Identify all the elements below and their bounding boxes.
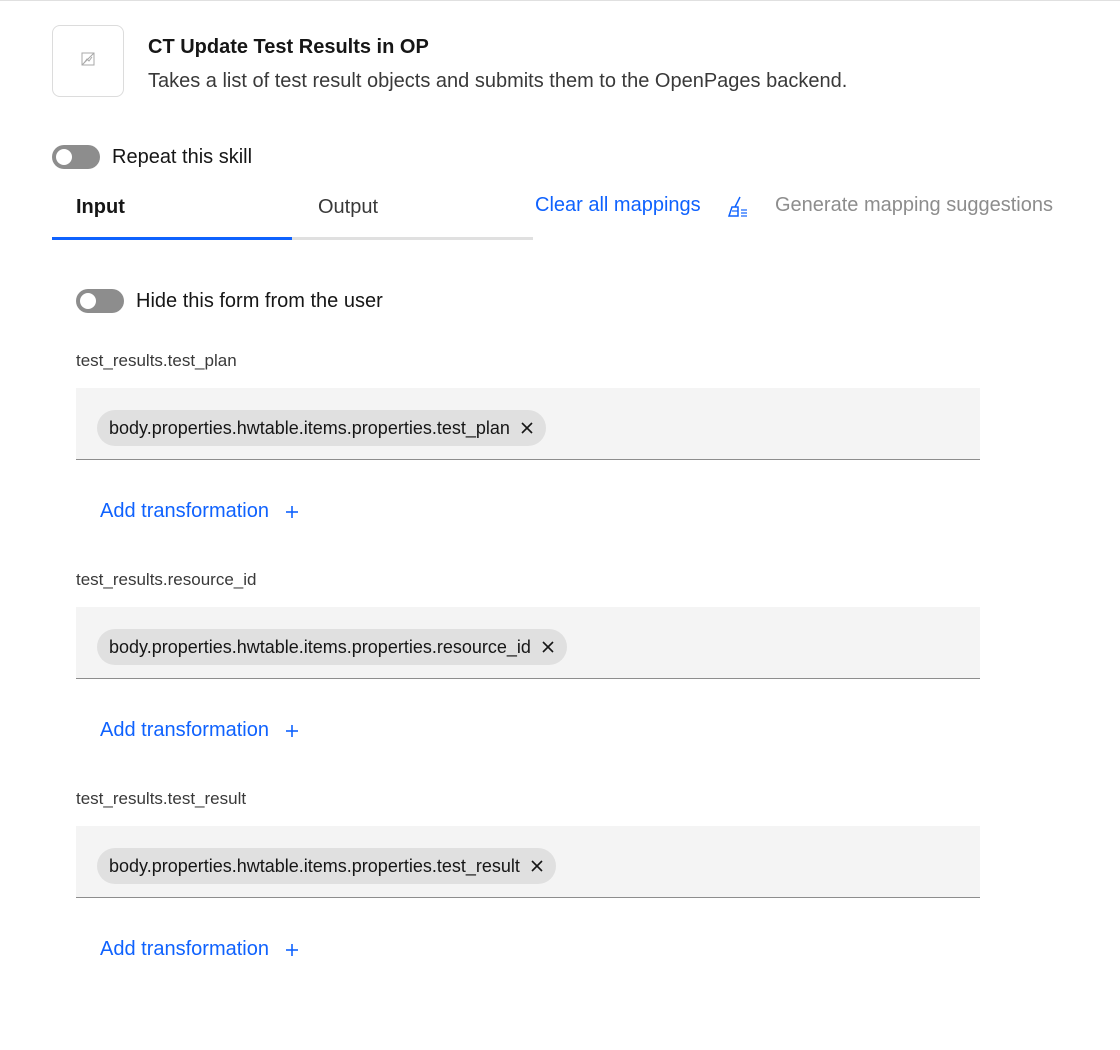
plus-icon: [285, 724, 299, 738]
broom-icon[interactable]: [726, 196, 750, 218]
broken-image-icon: [81, 52, 95, 71]
mapping-field-resource-id[interactable]: body.properties.hwtable.items.properties…: [76, 607, 980, 679]
close-icon[interactable]: [530, 859, 544, 873]
tab-input[interactable]: Input: [52, 188, 292, 240]
repeat-skill-toggle[interactable]: [52, 145, 100, 169]
generate-mapping-suggestions-button[interactable]: Generate mapping suggestions: [775, 194, 1053, 217]
close-icon[interactable]: [520, 421, 534, 435]
add-transformation-button[interactable]: Add transformation: [100, 938, 299, 961]
skill-title: CT Update Test Results in OP: [148, 36, 429, 58]
mapping-field-test-result[interactable]: body.properties.hwtable.items.properties…: [76, 826, 980, 898]
clear-mappings-label: Clear all mappings: [535, 194, 701, 216]
chip-label: body.properties.hwtable.items.properties…: [109, 855, 520, 876]
add-transformation-label: Add transformation: [100, 938, 269, 960]
add-transformation-label: Add transformation: [100, 500, 269, 522]
top-divider: [0, 0, 1120, 1]
add-transformation-label: Add transformation: [100, 719, 269, 741]
plus-icon: [285, 943, 299, 957]
chip-label: body.properties.hwtable.items.properties…: [109, 417, 510, 438]
hide-form-label: Hide this form from the user: [136, 290, 383, 312]
field-label-test-result: test_results.test_result: [76, 789, 247, 808]
chip-label: body.properties.hwtable.items.properties…: [109, 636, 531, 657]
mapping-chip: body.properties.hwtable.items.properties…: [97, 629, 567, 665]
plus-icon: [285, 505, 299, 519]
hide-form-toggle[interactable]: [76, 289, 124, 313]
add-transformation-button[interactable]: Add transformation: [100, 719, 299, 742]
repeat-skill-label: Repeat this skill: [112, 146, 253, 168]
mapping-chip: body.properties.hwtable.items.properties…: [97, 848, 556, 884]
mapping-chip: body.properties.hwtable.items.properties…: [97, 410, 546, 446]
toggle-knob: [80, 293, 96, 309]
mapping-field-test-plan[interactable]: body.properties.hwtable.items.properties…: [76, 388, 980, 460]
clear-all-mappings-button[interactable]: Clear all mappings: [535, 194, 701, 217]
toggle-knob: [56, 149, 72, 165]
skill-icon-container: [52, 25, 124, 97]
close-icon[interactable]: [541, 640, 555, 654]
field-label-test-plan: test_results.test_plan: [76, 351, 237, 370]
tab-output[interactable]: Output: [292, 188, 533, 240]
field-label-resource-id: test_results.resource_id: [76, 570, 257, 589]
skill-description: Takes a list of test result objects and …: [148, 70, 848, 92]
add-transformation-button[interactable]: Add transformation: [100, 500, 299, 523]
